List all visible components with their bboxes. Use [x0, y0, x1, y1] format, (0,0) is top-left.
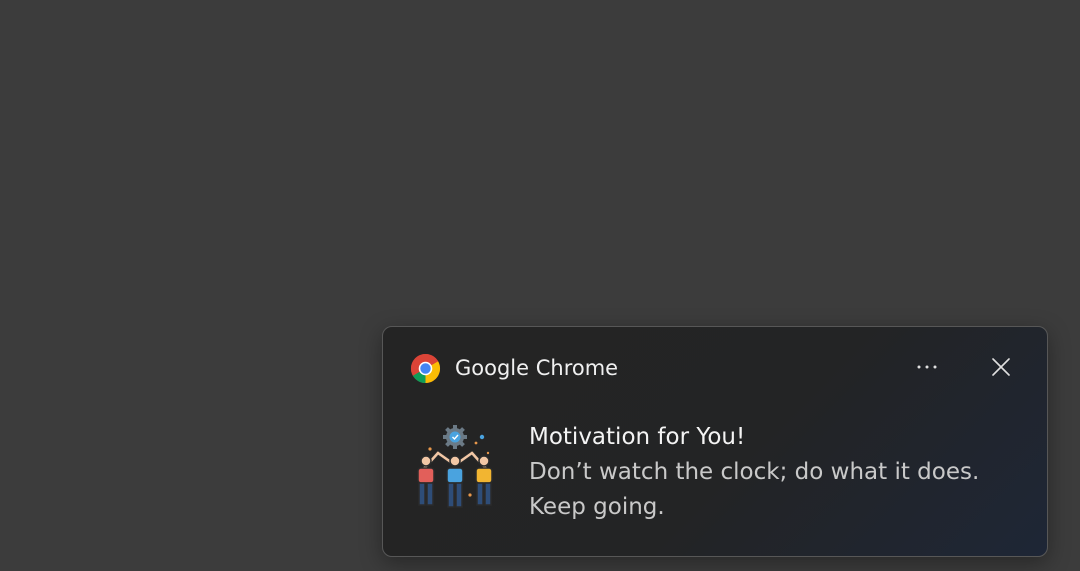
close-button[interactable] [979, 349, 1023, 385]
desktop-background: Google Chrome Motivation for You! Don’t … [0, 0, 1080, 571]
notification-title: Motivation for You! [529, 424, 746, 450]
app-name: Google Chrome [455, 356, 619, 380]
notification-body-line-2: Keep going. [529, 494, 665, 520]
notification-body-line-1: Don’t watch the clock; do what it does. [529, 459, 980, 485]
chrome-logo-icon [410, 353, 441, 384]
more-horizontal-icon [917, 365, 937, 369]
toast-notification[interactable]: Google Chrome Motivation for You! Don’t … [382, 326, 1048, 557]
close-icon [992, 358, 1010, 376]
more-options-button[interactable] [905, 349, 949, 385]
team-celebration-image [417, 425, 493, 508]
